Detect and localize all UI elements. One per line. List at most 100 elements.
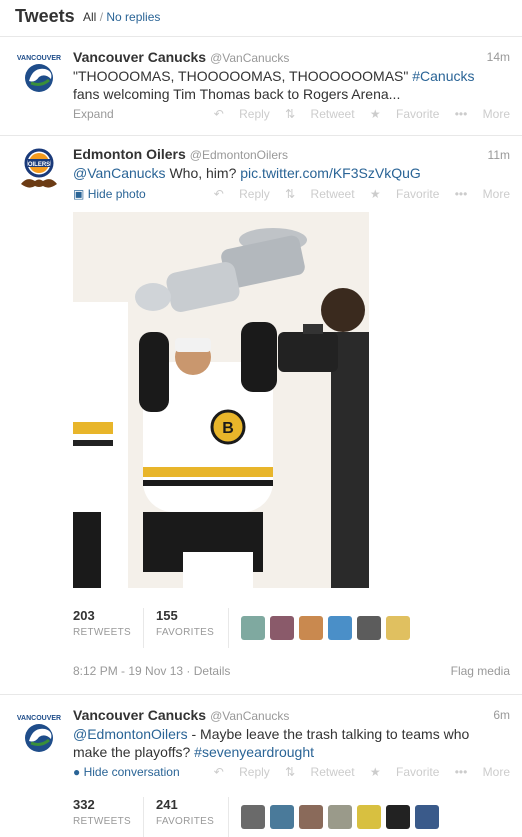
tweet-text-middle: Who, him? — [165, 165, 241, 181]
favorite-count-value: 241 — [156, 797, 178, 812]
tweet-item[interactable]: VANCOUVER Vancouver Canucks @VanCanucks 1… — [0, 37, 522, 136]
tweet-actions: ↶ Reply ⇅ Retweet ★ Favorite ••• More — [202, 765, 510, 779]
author-handle[interactable]: @VanCanucks — [210, 51, 289, 65]
stat-divider — [228, 797, 229, 837]
hashtag-link[interactable]: #Canucks — [412, 68, 474, 84]
tweet-item-expanded[interactable]: OILERS Edmonton Oilers @EdmontonOilers 11… — [0, 136, 522, 695]
tweet-actions: ↶ Reply ⇅ Retweet ★ Favorite ••• More — [202, 187, 510, 201]
stat-divider — [228, 608, 229, 648]
filter-separator: / — [99, 10, 104, 24]
user-avatar[interactable] — [357, 805, 381, 829]
flag-media-link[interactable]: Flag media — [451, 664, 510, 678]
retweet-count-value: 203 — [73, 608, 95, 623]
expand-link[interactable]: Expand — [73, 107, 114, 121]
tweet-date[interactable]: 8:12 PM - 19 Nov 13 — [73, 664, 183, 678]
user-avatar[interactable] — [270, 805, 294, 829]
favorite-label: Favorite — [396, 107, 440, 121]
more-button[interactable]: ••• More — [455, 765, 510, 779]
tweet-time[interactable]: 11m — [488, 148, 510, 162]
stat-divider — [143, 608, 144, 648]
user-avatar[interactable] — [299, 616, 323, 640]
canucks-avatar[interactable]: VANCOUVER — [15, 49, 63, 97]
filter-links: All / No replies — [83, 10, 160, 24]
svg-text:VANCOUVER: VANCOUVER — [17, 715, 61, 722]
user-avatar[interactable] — [415, 805, 439, 829]
tweet-time[interactable]: 14m — [487, 50, 510, 64]
user-avatar[interactable] — [328, 805, 352, 829]
hide-photo-label: Hide photo — [87, 187, 146, 201]
author-name[interactable]: Vancouver Canucks — [73, 49, 206, 65]
canucks-avatar[interactable]: VANCOUVER — [15, 709, 63, 757]
favorite-button[interactable]: ★ Favorite — [370, 107, 439, 121]
user-avatar[interactable] — [357, 616, 381, 640]
retweet-button[interactable]: ⇅ Retweet — [285, 187, 354, 201]
user-avatar[interactable] — [328, 616, 352, 640]
reply-button[interactable]: ↶ Reply — [214, 187, 270, 201]
stat-divider — [143, 797, 144, 837]
user-avatar[interactable] — [386, 805, 410, 829]
reply-label: Reply — [239, 187, 270, 201]
favorite-count[interactable]: 155 FAVORITES — [156, 608, 214, 638]
tweet-text-start: "THOOOOMAS, THOOOOOMAS, THOOOOOOMAS" — [73, 68, 413, 84]
favoriter-avatars — [241, 805, 444, 834]
favoriter-avatars — [241, 616, 415, 645]
reply-button[interactable]: ↶ Reply — [214, 765, 270, 779]
mention-link[interactable]: @VanCanucks — [73, 165, 166, 181]
tweet-text: @EdmontonOilers - Maybe leave the trash … — [73, 725, 503, 761]
hashtag-link[interactable]: #sevenyeardrought — [194, 744, 314, 760]
tweet-photo[interactable]: B — [73, 212, 369, 588]
retweet-button[interactable]: ⇅ Retweet — [285, 107, 354, 121]
hide-conversation-link[interactable]: ● Hide conversation — [73, 765, 180, 779]
engagement-stats: 203 RETWEETS 155 FAVORITES — [73, 608, 509, 648]
filter-no-replies[interactable]: No replies — [106, 10, 160, 24]
conversation-icon: ● — [73, 765, 81, 779]
timeline-header: Tweets All / No replies — [0, 0, 522, 37]
tweet-item-expanded[interactable]: VANCOUVER Vancouver Canucks @VanCanucks 6… — [0, 695, 522, 837]
tweet-text: @VanCanucks Who, him? pic.twitter.com/KF… — [73, 164, 503, 182]
reply-label: Reply — [239, 107, 270, 121]
user-avatar[interactable] — [299, 805, 323, 829]
tweet-text-end: fans welcoming Tim Thomas back to Rogers… — [73, 86, 401, 102]
user-avatar[interactable] — [386, 616, 410, 640]
author-name[interactable]: Edmonton Oilers — [73, 146, 186, 162]
more-label: More — [482, 187, 510, 201]
reply-label: Reply — [239, 765, 270, 779]
favorite-label: Favorite — [396, 187, 440, 201]
tweet-actions: ↶ Reply ⇅ Retweet ★ Favorite ••• More — [202, 107, 510, 121]
user-avatar[interactable] — [241, 616, 265, 640]
page-title: Tweets — [15, 6, 75, 26]
favorite-button[interactable]: ★ Favorite — [370, 187, 439, 201]
more-button[interactable]: ••• More — [455, 187, 510, 201]
retweet-label: Retweet — [310, 187, 355, 201]
tweet-author[interactable]: Edmonton Oilers @EdmontonOilers — [73, 146, 288, 162]
tweet-text: "THOOOOMAS, THOOOOOMAS, THOOOOOOMAS" #Ca… — [73, 67, 503, 103]
oilers-avatar[interactable]: OILERS — [15, 146, 63, 194]
retweet-label: Retweet — [310, 107, 355, 121]
author-name[interactable]: Vancouver Canucks — [73, 707, 206, 723]
tweet-author[interactable]: Vancouver Canucks @VanCanucks — [73, 707, 289, 723]
svg-text:VANCOUVER: VANCOUVER — [17, 55, 61, 62]
tweet-author[interactable]: Vancouver Canucks @VanCanucks — [73, 49, 289, 65]
svg-text:B: B — [222, 420, 234, 437]
more-label: More — [482, 765, 510, 779]
favorite-count[interactable]: 241 FAVORITES — [156, 797, 214, 827]
tweet-time[interactable]: 6m — [493, 708, 510, 722]
favorite-label: Favorite — [396, 765, 440, 779]
favorite-button[interactable]: ★ Favorite — [370, 765, 439, 779]
author-handle[interactable]: @VanCanucks — [210, 709, 289, 723]
more-button[interactable]: ••• More — [455, 107, 510, 121]
user-avatar[interactable] — [241, 805, 265, 829]
svg-text:OILERS: OILERS — [28, 162, 50, 168]
retweet-count[interactable]: 332 RETWEETS — [73, 797, 131, 827]
mention-link[interactable]: @EdmontonOilers — [73, 726, 188, 742]
photo-link[interactable]: pic.twitter.com/KF3SzVkQuG — [240, 165, 421, 181]
author-handle[interactable]: @EdmontonOilers — [190, 148, 288, 162]
filter-all[interactable]: All — [83, 10, 96, 24]
user-avatar[interactable] — [270, 616, 294, 640]
retweet-count[interactable]: 203 RETWEETS — [73, 608, 131, 638]
retweet-button[interactable]: ⇅ Retweet — [285, 765, 354, 779]
reply-button[interactable]: ↶ Reply — [214, 107, 270, 121]
retweet-label: Retweet — [310, 765, 355, 779]
hide-photo-link[interactable]: ▣ Hide photo — [73, 187, 146, 201]
details-link[interactable]: · Details — [183, 664, 230, 678]
